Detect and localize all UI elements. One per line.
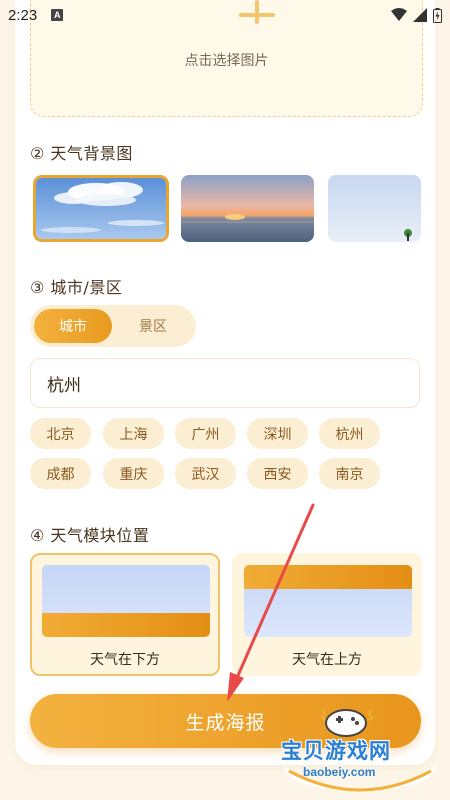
status-bar: 2:23 A: [0, 0, 450, 30]
status-icons: [391, 7, 442, 23]
tab-scenic[interactable]: 景区: [114, 309, 192, 343]
layout-label-top: 天气在上方: [292, 652, 362, 668]
city-chip[interactable]: 杭州: [319, 418, 380, 449]
city-chip[interactable]: 西安: [247, 458, 308, 489]
background-thumb-clear-sky[interactable]: [328, 175, 421, 242]
city-scenic-toggle: 城市 景区: [30, 305, 196, 347]
layout-preview-bottom: [42, 565, 210, 637]
signal-icon: [413, 8, 427, 22]
watermark: 宝贝游戏网 baobeiy.com: [275, 705, 445, 795]
layout-option-weather-top[interactable]: 天气在上方: [232, 553, 422, 676]
city-chip[interactable]: 南京: [319, 458, 380, 489]
city-chip[interactable]: 北京: [30, 418, 91, 449]
upload-label: 点击选择图片: [184, 53, 269, 69]
battery-icon: [433, 7, 442, 23]
section-title-position: ④ 天气模块位置: [30, 526, 150, 545]
background-thumb-sunset[interactable]: [181, 175, 314, 242]
layout-label-bottom: 天气在下方: [90, 652, 160, 668]
background-thumb-sky[interactable]: [33, 175, 169, 242]
tab-city[interactable]: 城市: [34, 309, 112, 343]
section-title-background: ② 天气背景图: [30, 144, 133, 163]
city-chip[interactable]: 深圳: [247, 418, 308, 449]
sunset-sea-image: [181, 175, 314, 242]
status-time: 2:23: [8, 6, 38, 24]
section-title-city: ③ 城市/景区: [30, 278, 123, 297]
watermark-url: baobeiy.com: [303, 765, 376, 779]
wifi-icon: [391, 8, 407, 21]
watermark-title: 宝贝游戏网: [281, 739, 391, 763]
city-chip[interactable]: 成都: [30, 458, 91, 489]
layout-option-weather-bottom[interactable]: 天气在下方: [30, 553, 220, 676]
notification-icon: A: [51, 9, 64, 21]
city-chip[interactable]: 上海: [103, 418, 164, 449]
clear-sky-image: [328, 175, 421, 242]
city-input[interactable]: 杭州: [30, 358, 420, 408]
city-chip[interactable]: 武汉: [175, 458, 236, 489]
sky-clouds-image: [36, 178, 166, 239]
layout-preview-top: [244, 565, 412, 637]
city-chip[interactable]: 广州: [175, 418, 236, 449]
city-chip[interactable]: 重庆: [103, 458, 164, 489]
